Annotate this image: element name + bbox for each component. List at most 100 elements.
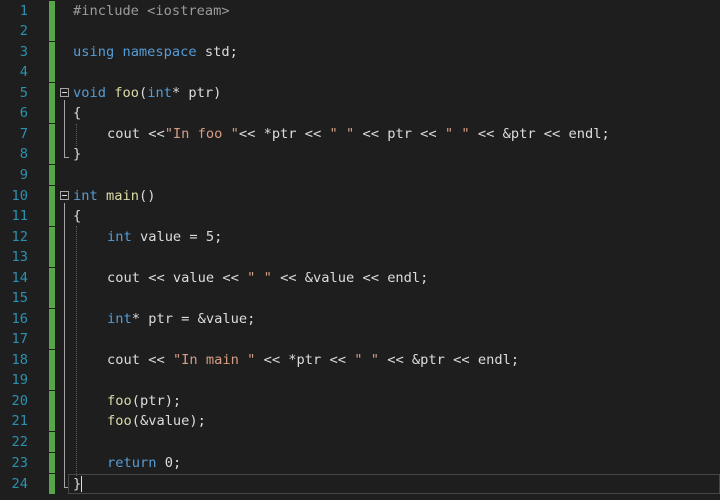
- preprocessor-directive: #include <iostream>: [73, 3, 230, 19]
- code-token: }: [73, 146, 82, 162]
- keyword: int: [107, 229, 132, 245]
- code-text[interactable]: {: [73, 103, 81, 123]
- text-caret: [81, 476, 83, 492]
- code-line[interactable]: 19: [0, 370, 720, 390]
- change-marker: [49, 21, 55, 41]
- code-text[interactable]: return 0;: [107, 453, 181, 473]
- change-marker: [49, 288, 55, 308]
- change-marker: [49, 144, 55, 164]
- number-literal: 0: [164, 455, 173, 471]
- code-line[interactable]: 3 using namespace std;: [0, 42, 720, 62]
- code-line[interactable]: 20 foo(ptr);: [0, 391, 720, 411]
- code-token: * ptr): [171, 85, 222, 101]
- code-line[interactable]: 24 }: [0, 474, 720, 494]
- change-marker: [49, 474, 55, 494]
- code-text[interactable]: cout << "In main " << *ptr << " " << &pt…: [107, 350, 519, 370]
- code-line[interactable]: 7 cout <<"In foo "<< *ptr << " " << ptr …: [0, 124, 720, 144]
- code-token: value =: [131, 229, 206, 245]
- code-text[interactable]: }: [73, 144, 81, 164]
- code-token: (ptr);: [131, 393, 182, 409]
- code-line[interactable]: 15: [0, 288, 720, 308]
- code-line[interactable]: 12 int value = 5;: [0, 227, 720, 247]
- code-line[interactable]: 14 cout << value << " " << &value << end…: [0, 268, 720, 288]
- change-marker: [49, 83, 55, 103]
- line-number: 12: [11, 229, 28, 245]
- keyword: int: [73, 188, 98, 204]
- keyword: int: [107, 311, 132, 327]
- code-text[interactable]: foo(&value);: [107, 411, 206, 431]
- code-text[interactable]: #include <iostream>: [73, 1, 230, 21]
- change-marker: [49, 247, 55, 267]
- code-text[interactable]: {: [73, 206, 81, 226]
- code-token: cout <<: [107, 126, 165, 142]
- code-text[interactable]: int value = 5;: [107, 227, 222, 247]
- change-marker: [49, 206, 55, 226]
- change-marker: [49, 42, 55, 62]
- line-number: 18: [11, 352, 28, 368]
- code-line[interactable]: 22: [0, 432, 720, 452]
- change-marker: [49, 411, 55, 431]
- code-line[interactable]: 1 #include <iostream>: [0, 1, 720, 21]
- code-text[interactable]: foo(ptr);: [107, 391, 181, 411]
- code-token: (&value);: [131, 413, 206, 429]
- code-line[interactable]: 8 }: [0, 144, 720, 164]
- keyword: return: [107, 455, 157, 471]
- code-line[interactable]: 13: [0, 247, 720, 267]
- collapse-icon[interactable]: [60, 191, 69, 200]
- code-line[interactable]: 16 int* ptr = &value;: [0, 309, 720, 329]
- code-token: << ptr <<: [354, 126, 445, 142]
- line-number: 13: [11, 249, 28, 265]
- collapse-icon[interactable]: [60, 88, 69, 97]
- change-marker: [49, 227, 55, 247]
- code-token: ;: [214, 229, 223, 245]
- code-text[interactable]: cout << value << " " << &value << endl;: [107, 268, 428, 288]
- code-token: std;: [196, 44, 238, 60]
- code-token: cout << value <<: [107, 270, 248, 286]
- code-line[interactable]: 17: [0, 329, 720, 349]
- line-number: 11: [11, 208, 28, 224]
- change-marker: [49, 268, 55, 288]
- change-marker: [49, 103, 55, 123]
- code-text[interactable]: void foo(int* ptr): [73, 83, 221, 103]
- code-line[interactable]: 21 foo(&value);: [0, 411, 720, 431]
- code-line[interactable]: 4: [0, 62, 720, 82]
- change-marker: [49, 309, 55, 329]
- code-line[interactable]: 9: [0, 165, 720, 185]
- code-line[interactable]: 6 {: [0, 103, 720, 123]
- line-number: 7: [19, 126, 28, 142]
- code-token: cout <<: [107, 352, 173, 368]
- line-number: 16: [11, 311, 28, 327]
- code-text[interactable]: }: [73, 474, 83, 494]
- code-line[interactable]: 18 cout << "In main " << *ptr << " " << …: [0, 350, 720, 370]
- code-line[interactable]: 5 void foo(int* ptr): [0, 83, 720, 103]
- string-literal: " ": [444, 126, 470, 142]
- code-line[interactable]: 23 return 0;: [0, 453, 720, 473]
- code-token: (): [138, 188, 156, 204]
- code-text[interactable]: cout <<"In foo "<< *ptr << " " << ptr <<…: [107, 124, 610, 144]
- change-marker: [49, 432, 55, 452]
- code-editor[interactable]: 1 #include <iostream> 2 3 using namespac…: [0, 0, 720, 500]
- code-text[interactable]: int main(): [73, 186, 155, 206]
- code-text[interactable]: using namespace std;: [73, 42, 238, 62]
- keyword: using: [73, 44, 115, 60]
- line-number: 23: [11, 455, 28, 471]
- code-token: }: [73, 476, 82, 492]
- function-name: foo: [107, 393, 132, 409]
- code-line[interactable]: 10 int main(): [0, 186, 720, 206]
- change-marker: [49, 453, 55, 473]
- keyword: namespace: [122, 44, 197, 60]
- line-number: 22: [11, 434, 28, 450]
- line-number: 20: [11, 393, 28, 409]
- line-number: 15: [11, 290, 28, 306]
- code-token: * ptr = &value;: [131, 311, 256, 327]
- code-token: << *ptr <<: [255, 352, 355, 368]
- change-marker: [49, 1, 55, 21]
- line-number: 21: [11, 413, 28, 429]
- code-line[interactable]: 2: [0, 21, 720, 41]
- code-text[interactable]: int* ptr = &value;: [107, 309, 255, 329]
- line-number: 2: [19, 23, 28, 39]
- line-number: 10: [11, 188, 28, 204]
- code-line[interactable]: 11 {: [0, 206, 720, 226]
- string-literal: "In foo ": [164, 126, 239, 142]
- code-token: << &value << endl;: [271, 270, 429, 286]
